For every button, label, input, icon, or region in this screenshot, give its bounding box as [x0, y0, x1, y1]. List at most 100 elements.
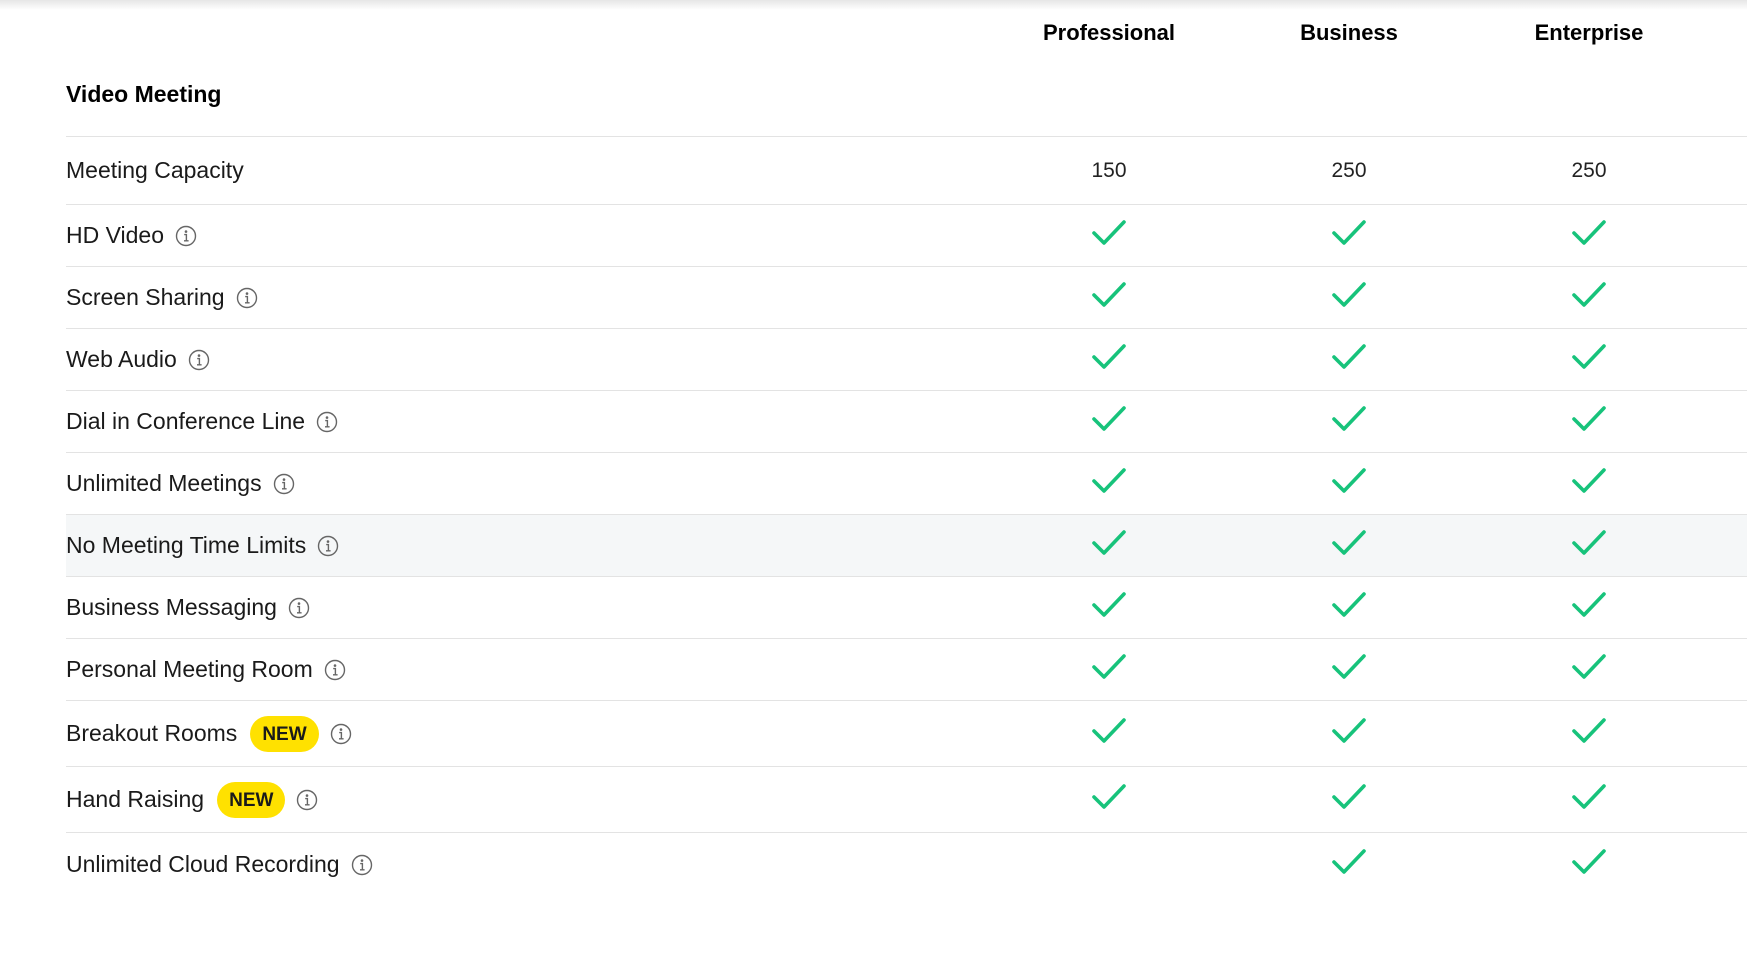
value-cell-business	[1289, 453, 1409, 514]
feature-label: Unlimited Cloud Recording	[66, 851, 340, 877]
pricing-comparison-page: Professional Business Enterprise Video M…	[0, 0, 1747, 968]
feature-label: HD Video	[66, 222, 165, 248]
checkmark-icon	[1090, 717, 1128, 746]
value-cell-enterprise	[1529, 267, 1649, 328]
new-badge: NEW	[217, 781, 286, 818]
checkmark-icon	[1570, 405, 1608, 434]
checkmark-icon	[1330, 848, 1368, 877]
value-cell-enterprise	[1529, 639, 1649, 700]
feature-comparison-table: Meeting Capacity 150 250 250 HD Video Screen …	[66, 136, 1747, 896]
value-cell-professional	[1049, 329, 1169, 390]
checkmark-icon	[1330, 219, 1368, 248]
table-row: Dial in Conference Line	[66, 390, 1747, 452]
feature-label: Screen Sharing	[66, 284, 225, 310]
value-cell-professional	[1049, 701, 1169, 766]
new-badge: NEW	[250, 715, 319, 752]
value-cell-professional	[1049, 205, 1169, 266]
table-row: Hand Raising NEW	[66, 766, 1747, 832]
value-cell-enterprise	[1529, 701, 1649, 766]
checkmark-icon	[1090, 281, 1128, 310]
info-icon[interactable]	[175, 225, 197, 247]
checkmark-icon	[1570, 848, 1608, 877]
value-text: 250	[1331, 158, 1367, 182]
info-icon[interactable]	[317, 535, 339, 557]
checkmark-icon	[1570, 467, 1608, 496]
info-icon[interactable]	[351, 854, 373, 876]
value-cell-professional	[1049, 515, 1169, 576]
value-text: 250	[1571, 158, 1607, 182]
value-cell-business	[1289, 639, 1409, 700]
info-icon[interactable]	[288, 597, 310, 619]
feature-cell: Meeting Capacity	[66, 137, 244, 204]
feature-label: Business Messaging	[66, 594, 277, 620]
checkmark-icon	[1570, 529, 1608, 558]
feature-cell: No Meeting Time Limits	[66, 515, 339, 576]
checkmark-icon	[1570, 343, 1608, 372]
value-cell-business	[1289, 767, 1409, 832]
table-row: Web Audio	[66, 328, 1747, 390]
feature-label: Dial in Conference Line	[66, 408, 306, 434]
checkmark-icon	[1570, 591, 1608, 620]
checkmark-icon	[1570, 219, 1608, 248]
value-cell-business	[1289, 267, 1409, 328]
info-icon[interactable]	[236, 287, 258, 309]
checkmark-icon	[1330, 529, 1368, 558]
info-icon[interactable]	[273, 473, 295, 495]
value-cell-professional	[1049, 767, 1169, 832]
feature-cell: Personal Meeting Room	[66, 639, 346, 700]
checkmark-icon	[1090, 653, 1128, 682]
feature-cell: Breakout Rooms NEW	[66, 701, 352, 766]
value-cell-professional	[1049, 391, 1169, 452]
feature-label: Personal Meeting Room	[66, 656, 313, 682]
feature-cell: Business Messaging	[66, 577, 310, 638]
feature-label: Breakout Rooms	[66, 720, 238, 746]
table-row: HD Video	[66, 204, 1747, 266]
checkmark-icon	[1330, 343, 1368, 372]
info-icon[interactable]	[296, 789, 318, 811]
table-row: Meeting Capacity 150 250 250	[66, 136, 1747, 204]
table-row: Breakout Rooms NEW	[66, 700, 1747, 766]
info-icon[interactable]	[316, 411, 338, 433]
feature-cell: Web Audio	[66, 329, 210, 390]
column-header-professional: Professional	[1042, 20, 1176, 45]
section-title: Video Meeting	[66, 81, 222, 107]
checkmark-icon	[1570, 783, 1608, 812]
checkmark-icon	[1090, 783, 1128, 812]
value-cell-business	[1289, 833, 1409, 896]
feature-cell: Unlimited Meetings	[66, 453, 295, 514]
value-cell-business	[1289, 391, 1409, 452]
info-icon[interactable]	[188, 349, 210, 371]
value-cell-enterprise	[1529, 205, 1649, 266]
column-header-enterprise: Enterprise	[1534, 20, 1644, 45]
value-cell-professional	[1049, 639, 1169, 700]
feature-label: Hand Raising	[66, 786, 205, 812]
checkmark-icon	[1330, 783, 1368, 812]
value-cell-enterprise	[1529, 329, 1649, 390]
value-cell-enterprise	[1529, 453, 1649, 514]
value-cell-professional	[1049, 833, 1169, 896]
info-icon[interactable]	[330, 723, 352, 745]
value-cell-enterprise	[1529, 577, 1649, 638]
value-cell-professional	[1049, 453, 1169, 514]
checkmark-icon	[1330, 467, 1368, 496]
checkmark-icon	[1090, 343, 1128, 372]
checkmark-icon	[1330, 717, 1368, 746]
feature-label: Web Audio	[66, 346, 177, 372]
checkmark-icon	[1090, 219, 1128, 248]
feature-cell: HD Video	[66, 205, 197, 266]
table-row: No Meeting Time Limits	[66, 514, 1747, 576]
feature-cell: Screen Sharing	[66, 267, 258, 328]
value-cell-business	[1289, 515, 1409, 576]
info-icon[interactable]	[324, 659, 346, 681]
feature-cell: Hand Raising NEW	[66, 767, 318, 832]
value-cell-business	[1289, 329, 1409, 390]
value-cell-enterprise	[1529, 767, 1649, 832]
checkmark-icon	[1090, 529, 1128, 558]
value-text: 150	[1091, 158, 1127, 182]
checkmark-icon	[1570, 717, 1608, 746]
value-cell-enterprise	[1529, 833, 1649, 896]
value-cell-enterprise: 250	[1529, 137, 1649, 204]
value-cell-business	[1289, 205, 1409, 266]
value-cell-professional	[1049, 267, 1169, 328]
checkmark-icon	[1090, 405, 1128, 434]
